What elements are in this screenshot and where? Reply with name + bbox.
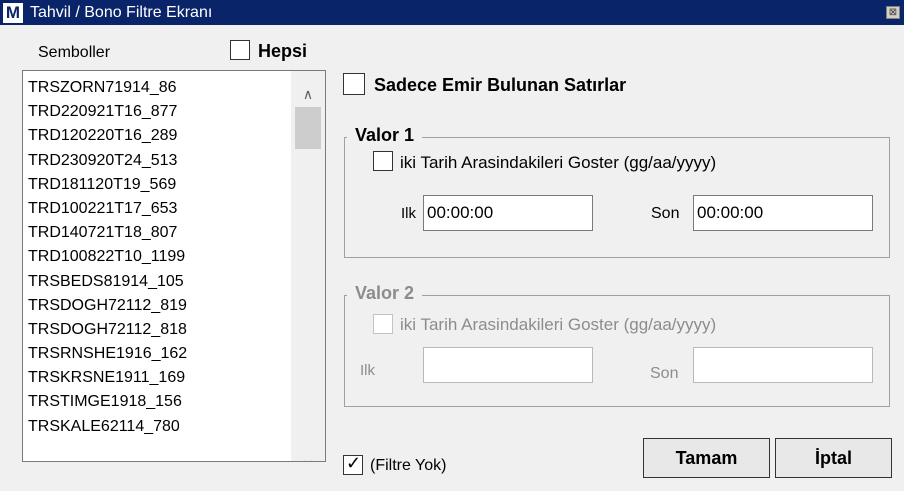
symbols-listbox[interactable]: TRSZORN71914_86 TRD220921T16_877 TRD120220… — [22, 70, 326, 462]
valor2-start-label: Ilk — [360, 362, 375, 379]
window-title: Tahvil / Bono Filtre Ekranı — [30, 4, 213, 21]
symbol-list-item[interactable]: TRD181120T19_569 — [28, 173, 187, 197]
symbols-list: TRSZORN71914_86 TRD220921T16_877 TRD120220… — [28, 76, 187, 439]
valor2-end-label: Son — [650, 365, 679, 382]
symbol-list-item[interactable]: TRSDOGH72112_819 — [28, 294, 187, 318]
symbols-label: Semboller — [38, 44, 111, 61]
no-filter-label: (Filtre Yok) — [370, 457, 447, 474]
close-button[interactable]: ⊠ — [886, 6, 900, 19]
app-logo-icon: M — [3, 3, 23, 23]
scroll-thumb[interactable] — [295, 107, 321, 149]
valor1-range-checkbox[interactable] — [373, 151, 393, 171]
symbol-list-item[interactable]: TRSKRSNE1911_169 — [28, 366, 187, 390]
symbol-list-item[interactable]: TRD100822T10_1199 — [28, 245, 187, 269]
cancel-button[interactable]: İptal — [775, 438, 892, 478]
symbol-list-item[interactable]: TRSRNSHE1916_162 — [28, 342, 187, 366]
symbol-list-item[interactable]: TRSDOGH72112_818 — [28, 318, 187, 342]
valor1-end-input[interactable] — [693, 195, 873, 231]
symbol-list-item[interactable]: TRD100221T17_653 — [28, 197, 187, 221]
scroll-down-icon[interactable]: ∨ — [291, 449, 325, 461]
symbol-list-item[interactable]: TRSTIMGE1918_156 — [28, 390, 187, 414]
only-orders-checkbox[interactable] — [343, 73, 365, 95]
valor2-start-input[interactable] — [423, 347, 593, 383]
list-scrollbar[interactable]: ∧ ∨ — [291, 71, 325, 461]
symbol-list-item[interactable]: TRSZORN71914_86 — [28, 76, 187, 100]
valor1-range-label: iki Tarih Arasindakileri Goster (gg/aa/y… — [400, 153, 717, 172]
valor1-start-label: Ilk — [401, 205, 416, 222]
all-symbols-label: Hepsi — [258, 41, 308, 61]
valor1-start-input[interactable] — [423, 195, 593, 231]
valor2-end-input[interactable] — [693, 347, 873, 383]
valor1-end-label: Son — [651, 205, 680, 222]
symbol-list-item[interactable]: TRD220921T16_877 — [28, 100, 187, 124]
valor2-range-checkbox[interactable] — [373, 314, 393, 334]
only-orders-label: Sadece Emir Bulunan Satırlar — [374, 75, 627, 95]
valor2-range-label: iki Tarih Arasindakileri Goster (gg/aa/y… — [400, 315, 717, 334]
ok-button[interactable]: Tamam — [643, 438, 770, 478]
symbol-list-item[interactable]: TRSKALE62114_780 — [28, 415, 187, 439]
symbol-list-item[interactable]: TRSBEDS81914_105 — [28, 270, 187, 294]
symbol-list-item[interactable]: TRD140721T18_807 — [28, 221, 187, 245]
valor2-title: Valor 2 — [347, 283, 423, 304]
no-filter-checkbox[interactable]: ✓ — [343, 453, 363, 475]
checkmark-icon: ✓ — [346, 453, 362, 473]
title-bar: M Tahvil / Bono Filtre Ekranı ⊠ — [0, 0, 904, 25]
valor1-title: Valor 1 — [347, 125, 423, 146]
symbol-list-item[interactable]: TRD120220T16_289 — [28, 124, 187, 148]
scroll-up-icon[interactable]: ∧ — [291, 79, 325, 109]
symbol-list-item[interactable]: TRD230920T24_513 — [28, 149, 187, 173]
all-symbols-checkbox[interactable] — [230, 40, 250, 60]
